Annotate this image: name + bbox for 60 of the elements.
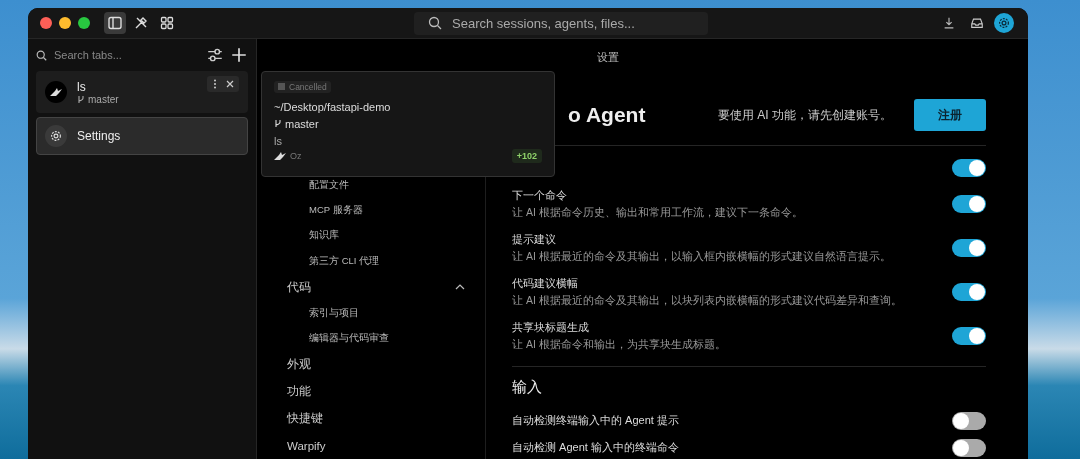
tab-title: ls: [77, 79, 87, 94]
setting-description: 让 AI 根据命令历史、输出和常用工作流，建议下一条命令。: [512, 205, 804, 220]
nav-subitem[interactable]: 索引与项目: [287, 300, 465, 326]
path-text: ~/Desktop/fastapi-demo: [274, 100, 391, 113]
account-notice: 要使用 AI 功能，请先创建账号。: [718, 106, 892, 124]
bird-icon: [274, 151, 286, 161]
branch-name: master: [88, 93, 119, 105]
setting-label: 共享块标题生成: [512, 320, 590, 335]
session-tab[interactable]: ls master: [36, 71, 248, 113]
toggle-switch[interactable]: [952, 195, 986, 213]
nav-subitem[interactable]: 知识库: [287, 223, 465, 249]
nav-subitem[interactable]: 编辑器与代码审查: [287, 325, 465, 352]
section-title: 输入: [512, 377, 542, 397]
close-icon[interactable]: [225, 79, 235, 89]
setting-description: 让 AI 根据最近的命令及其输出，以块列表内嵌横幅的形式建议代码差异和查询。: [512, 293, 903, 308]
search-icon: [428, 16, 442, 30]
minimize-window-button[interactable]: [59, 17, 71, 29]
nav-subitem[interactable]: MCP 服务器: [287, 198, 465, 224]
nav-item[interactable]: 代码: [287, 273, 465, 301]
search-tabs-field[interactable]: Search tabs...: [52, 48, 196, 62]
setting-label: 代码建议横幅: [512, 276, 579, 291]
close-window-button[interactable]: [40, 17, 52, 29]
setting-label: 自动检测终端输入中的 Agent 提示: [512, 413, 680, 428]
diff-count: +102: [511, 149, 542, 163]
page-title: 设置: [596, 49, 619, 65]
toggle-switch[interactable]: [952, 327, 986, 345]
nav-subitem[interactable]: 配置文件: [287, 173, 465, 199]
setting-description: 让 AI 根据最近的命令及其输出，以输入框内嵌横幅的形式建议自然语言提示。: [512, 249, 892, 264]
settings-tab[interactable]: Settings: [36, 117, 248, 155]
toggle-switch[interactable]: [952, 159, 986, 177]
sidebar-toggle-icon[interactable]: [104, 12, 126, 34]
branch-name: master: [285, 117, 319, 130]
toggle-switch[interactable]: [952, 411, 986, 430]
setting-description: 让 AI 根据命令和输出，为共享块生成标题。: [512, 337, 727, 352]
section-heading: o Agent: [568, 103, 646, 127]
nav-item[interactable]: 外观: [287, 351, 465, 379]
filter-icon[interactable]: [206, 46, 224, 64]
setting-label: 下一个命令: [512, 188, 568, 203]
status-badge: Cancelled: [274, 80, 331, 93]
plus-icon[interactable]: [230, 46, 248, 64]
toggle-switch[interactable]: [952, 438, 986, 457]
zoom-window-button[interactable]: [78, 17, 90, 29]
gear-icon: [45, 125, 67, 147]
nav-subitem[interactable]: 第三方 CLI 代理: [287, 248, 465, 274]
toggle-switch[interactable]: [952, 283, 986, 301]
bird-icon: [50, 87, 62, 97]
signup-button[interactable]: 注册: [914, 99, 986, 131]
setting-label: 自动检测 Agent 输入中的终端命令: [512, 440, 680, 455]
settings-icon[interactable]: [994, 13, 1014, 33]
command-text: ls: [274, 134, 282, 147]
search-icon: [36, 49, 47, 61]
chevron-icon[interactable]: [455, 284, 465, 291]
more-icon[interactable]: [211, 79, 219, 89]
nav-item[interactable]: 快捷键: [287, 405, 465, 433]
nav-item[interactable]: Warpify: [287, 432, 465, 459]
search-field[interactable]: Search sessions, agents, files...: [414, 12, 708, 35]
agent-name: Oz: [290, 151, 302, 161]
setting-label: 提示建议: [512, 232, 557, 247]
toggle-switch[interactable]: [952, 239, 986, 257]
nav-item[interactable]: 功能: [287, 378, 465, 406]
